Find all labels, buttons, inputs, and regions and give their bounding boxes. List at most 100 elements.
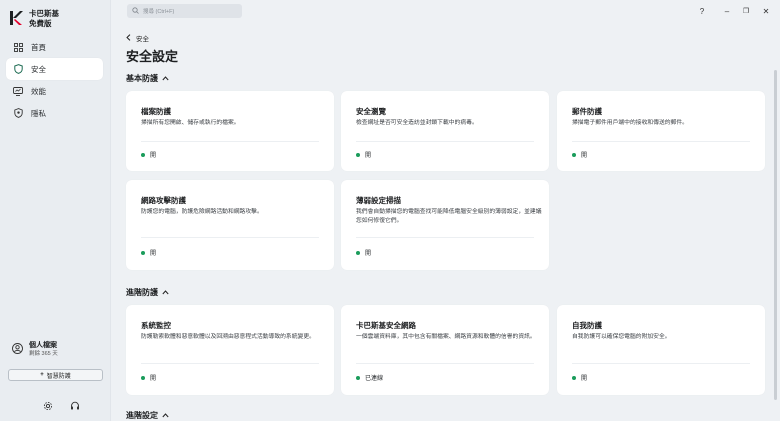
- upgrade-label: 智慧防護: [46, 373, 71, 380]
- profile-name: 個人檔案: [29, 342, 57, 349]
- section-title: 進階防護: [126, 288, 158, 297]
- card-description: 我們會自動掃描您的電腦查找可能降低電腦安全級別的薄弱設定，並建議您如何修復它們。: [356, 209, 542, 224]
- main-content: 搜尋 (Ctrl+F) ? – ❐ ✕ 安全 安全設定 基本防護 檔案防護 掃描…: [111, 0, 780, 421]
- card-title: 系統監控: [141, 321, 171, 330]
- chevron-up-icon: [162, 411, 169, 420]
- card-description: 檢查網址是否可安全造訪並封鎖下載中的病毒。: [356, 120, 478, 126]
- card-title: 安全瀏覽: [356, 107, 386, 116]
- shield-icon: [13, 64, 23, 74]
- card-description: 防護勒索軟體和惡意軟體以及回溯由惡意程式活動導致的系統變更。: [141, 334, 315, 340]
- sidebar-item-label: 首頁: [31, 42, 46, 52]
- back-link[interactable]: 安全: [126, 33, 149, 43]
- card-title: 郵件防護: [572, 107, 602, 116]
- card-title: 自我防護: [572, 321, 602, 330]
- search-placeholder: 搜尋 (Ctrl+F): [143, 9, 175, 15]
- brand-edition: 免費版: [29, 19, 52, 28]
- card-title: 檔案防護: [141, 107, 171, 116]
- sidebar-item-label: 安全: [31, 64, 46, 74]
- card-divider: [141, 141, 319, 142]
- card-mail-protection[interactable]: 郵件防護 掃描電子郵件用戶端中的接收和傳送的郵件。 開: [557, 91, 765, 171]
- status-label: 開: [365, 153, 372, 159]
- card-status: 開: [572, 150, 587, 159]
- sidebar-bottom-icons: [43, 398, 80, 416]
- card-title: 網路攻擊防護: [141, 196, 186, 205]
- status-on-icon: [356, 250, 360, 255]
- status-on-icon: [572, 152, 576, 157]
- help-button[interactable]: ?: [696, 5, 708, 17]
- section-header-advanced[interactable]: 進階防護: [126, 287, 169, 298]
- status-label: 已連線: [365, 376, 384, 382]
- section-title: 基本防護: [126, 74, 158, 83]
- card-status: 已連線: [356, 373, 383, 382]
- card-safe-browsing[interactable]: 安全瀏覽 檢查網址是否可安全造訪並封鎖下載中的病毒。 開: [341, 91, 549, 171]
- status-label: 開: [150, 153, 157, 159]
- card-system-watcher[interactable]: 系統監控 防護勒索軟體和惡意軟體以及回溯由惡意程式活動導致的系統變更。 開: [126, 305, 334, 395]
- card-divider: [572, 141, 750, 142]
- kaspersky-logo-icon: [9, 10, 23, 26]
- card-status: 開: [572, 373, 587, 382]
- page-title: 安全設定: [126, 49, 179, 64]
- sidebar-item-home[interactable]: 首頁: [6, 36, 103, 58]
- card-description: 防護您的電腦，防護危險網路活動和網路攻擊。: [141, 209, 263, 215]
- card-description: 掃描電子郵件用戶端中的接收和傳送的郵件。: [572, 120, 688, 126]
- sidebar-item-security[interactable]: 安全: [6, 58, 103, 80]
- card-divider: [356, 141, 534, 142]
- card-status: 開: [141, 248, 156, 257]
- gear-icon[interactable]: [43, 398, 53, 416]
- sidebar-item-privacy[interactable]: 隱私: [6, 102, 103, 124]
- status-on-icon: [356, 152, 360, 157]
- card-description: 自我防護可以確保您電腦的附加安全。: [572, 334, 671, 340]
- sidebar-item-label: 效能: [31, 86, 46, 96]
- card-title: 卡巴斯基安全網路: [356, 321, 416, 330]
- sidebar-item-performance[interactable]: 效能: [6, 80, 103, 102]
- user-avatar-icon: [12, 341, 23, 359]
- card-divider: [356, 363, 534, 364]
- sidebar-nav: 首頁 安全 效能 隱私: [6, 36, 103, 124]
- status-on-icon: [356, 375, 360, 380]
- chevron-up-icon: [162, 288, 169, 297]
- support-headset-icon[interactable]: [70, 398, 80, 416]
- status-on-icon: [141, 250, 145, 255]
- card-file-protection[interactable]: 檔案防護 掃描所有您開啟、儲存或執行的檔案。 開: [126, 91, 334, 171]
- status-label: 開: [150, 251, 157, 257]
- status-label: 開: [365, 251, 372, 257]
- vertical-scrollbar[interactable]: [774, 70, 777, 400]
- upgrade-button[interactable]: + 智慧防護: [8, 369, 103, 381]
- card-self-defense[interactable]: 自我防護 自我防護可以確保您電腦的附加安全。 開: [557, 305, 765, 395]
- chevron-left-icon: [126, 33, 131, 43]
- card-divider: [356, 237, 534, 238]
- status-label: 開: [150, 376, 157, 382]
- card-divider: [141, 237, 319, 238]
- status-on-icon: [141, 152, 145, 157]
- restore-button[interactable]: ❐: [740, 5, 752, 17]
- minimize-button[interactable]: –: [721, 5, 733, 17]
- status-label: 開: [581, 376, 588, 382]
- card-description: 掃描所有您開啟、儲存或執行的檔案。: [141, 120, 240, 126]
- plus-icon: +: [40, 372, 44, 378]
- topbar: 搜尋 (Ctrl+F) ? – ❐ ✕: [111, 0, 780, 24]
- sidebar: 卡巴斯基 免費版 首頁 安全 效能 隱私 個人檔案 剩餘 365 天 + 智慧防…: [0, 0, 111, 421]
- card-status: 開: [356, 248, 371, 257]
- status-on-icon: [572, 375, 576, 380]
- status-on-icon: [141, 375, 145, 380]
- close-button[interactable]: ✕: [760, 5, 772, 17]
- card-network-attack-protection[interactable]: 網路攻擊防護 防護您的電腦，防護危險網路活動和網路攻擊。 開: [126, 180, 334, 270]
- home-grid-icon: [13, 42, 23, 52]
- chevron-up-icon: [162, 74, 169, 83]
- brand-name: 卡巴斯基: [29, 9, 59, 18]
- search-icon: [132, 6, 139, 16]
- card-divider: [141, 363, 319, 364]
- profile-subscription: 剩餘 365 天: [29, 351, 58, 357]
- status-label: 開: [581, 153, 588, 159]
- brand: 卡巴斯基 免費版: [9, 9, 59, 29]
- card-weak-settings-scan[interactable]: 薄弱設定掃描 我們會自動掃描您的電腦查找可能降低電腦安全級別的薄弱設定，並建議您…: [341, 180, 549, 270]
- card-status: 開: [141, 150, 156, 159]
- card-title: 薄弱設定掃描: [356, 196, 401, 205]
- card-divider: [572, 363, 750, 364]
- search-input[interactable]: 搜尋 (Ctrl+F): [127, 4, 242, 18]
- card-security-network[interactable]: 卡巴斯基安全網路 一個雲端資料庫，其中包含有關檔案、網路資源和軟體的信譽的資訊。…: [341, 305, 549, 395]
- section-header-advanced-settings[interactable]: 進階設定: [126, 410, 169, 421]
- card-status: 開: [141, 373, 156, 382]
- profile[interactable]: 個人檔案 剩餘 365 天: [12, 341, 58, 359]
- section-header-basic[interactable]: 基本防護: [126, 73, 169, 84]
